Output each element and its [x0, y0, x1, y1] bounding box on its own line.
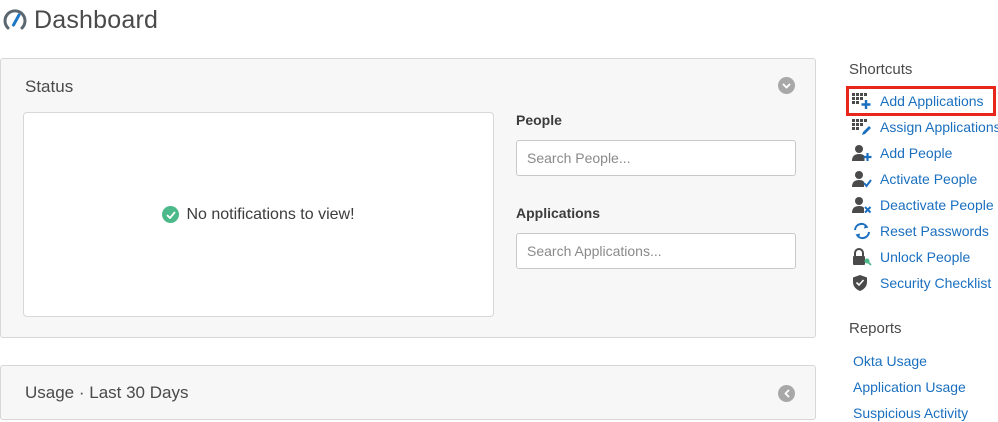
empty-notifications-message: No notifications to view! — [162, 205, 355, 224]
people-label: People — [516, 112, 562, 128]
shortcut-add-applications[interactable]: Add Applications — [849, 89, 984, 113]
shortcut-label: Unlock People — [880, 249, 971, 265]
report-okta-usage[interactable]: Okta Usage — [853, 353, 927, 369]
person-x-icon — [852, 195, 876, 215]
shortcut-unlock-people[interactable]: Unlock People — [849, 245, 970, 269]
shortcut-label: Security Checklist — [880, 275, 992, 291]
applications-label: Applications — [516, 205, 601, 221]
shield-check-icon — [852, 273, 876, 293]
grid-plus-icon — [852, 91, 876, 111]
notifications-box: No notifications to view! — [23, 112, 494, 317]
empty-notifications-text: No notifications to view! — [186, 205, 355, 223]
status-panel-title: Status — [25, 77, 74, 96]
refresh-icon — [852, 221, 876, 241]
shortcut-label: Deactivate People — [880, 197, 994, 213]
shortcut-security-checklist[interactable]: Security Checklist — [849, 271, 991, 295]
unlock-icon — [852, 247, 876, 267]
shortcut-activate-people[interactable]: Activate People — [849, 167, 977, 191]
search-applications-input[interactable] — [516, 233, 796, 269]
shortcut-label: Activate People — [880, 171, 978, 187]
chevron-left-icon[interactable] — [778, 385, 795, 402]
chevron-down-icon[interactable] — [778, 77, 795, 94]
shortcut-deactivate-people[interactable]: Deactivate People — [849, 193, 994, 217]
report-suspicious-activity[interactable]: Suspicious Activity — [853, 405, 968, 421]
search-people-input[interactable] — [516, 140, 796, 176]
shortcut-label: Reset Passwords — [880, 223, 989, 239]
shortcut-assign-applications[interactable]: Assign Applications — [849, 115, 998, 139]
reports-heading: Reports — [849, 320, 902, 337]
shortcut-reset-passwords[interactable]: Reset Passwords — [849, 219, 989, 243]
okta-gauge-icon — [3, 9, 27, 30]
person-plus-icon — [852, 143, 876, 163]
shortcuts-heading: Shortcuts — [849, 61, 913, 78]
check-circle-icon — [162, 206, 180, 223]
person-check-icon — [852, 169, 876, 189]
sidebar: Shortcuts Add Applications Assign Applic… — [849, 0, 998, 422]
shortcut-label: Add Applications — [880, 93, 984, 109]
grid-pencil-icon — [852, 117, 876, 137]
report-application-usage[interactable]: Application Usage — [853, 379, 966, 395]
shortcut-label: Add People — [880, 145, 953, 161]
status-panel: Status No notifications to view! People … — [0, 58, 816, 338]
usage-panel: Usage · Last 30 Days — [0, 365, 816, 420]
usage-panel-title: Usage · Last 30 Days — [25, 383, 189, 402]
shortcut-add-people[interactable]: Add People — [849, 141, 952, 165]
page-title: Dashboard — [34, 5, 159, 34]
shortcut-label: Assign Applications — [880, 119, 998, 135]
page-header: Dashboard — [0, 4, 158, 36]
